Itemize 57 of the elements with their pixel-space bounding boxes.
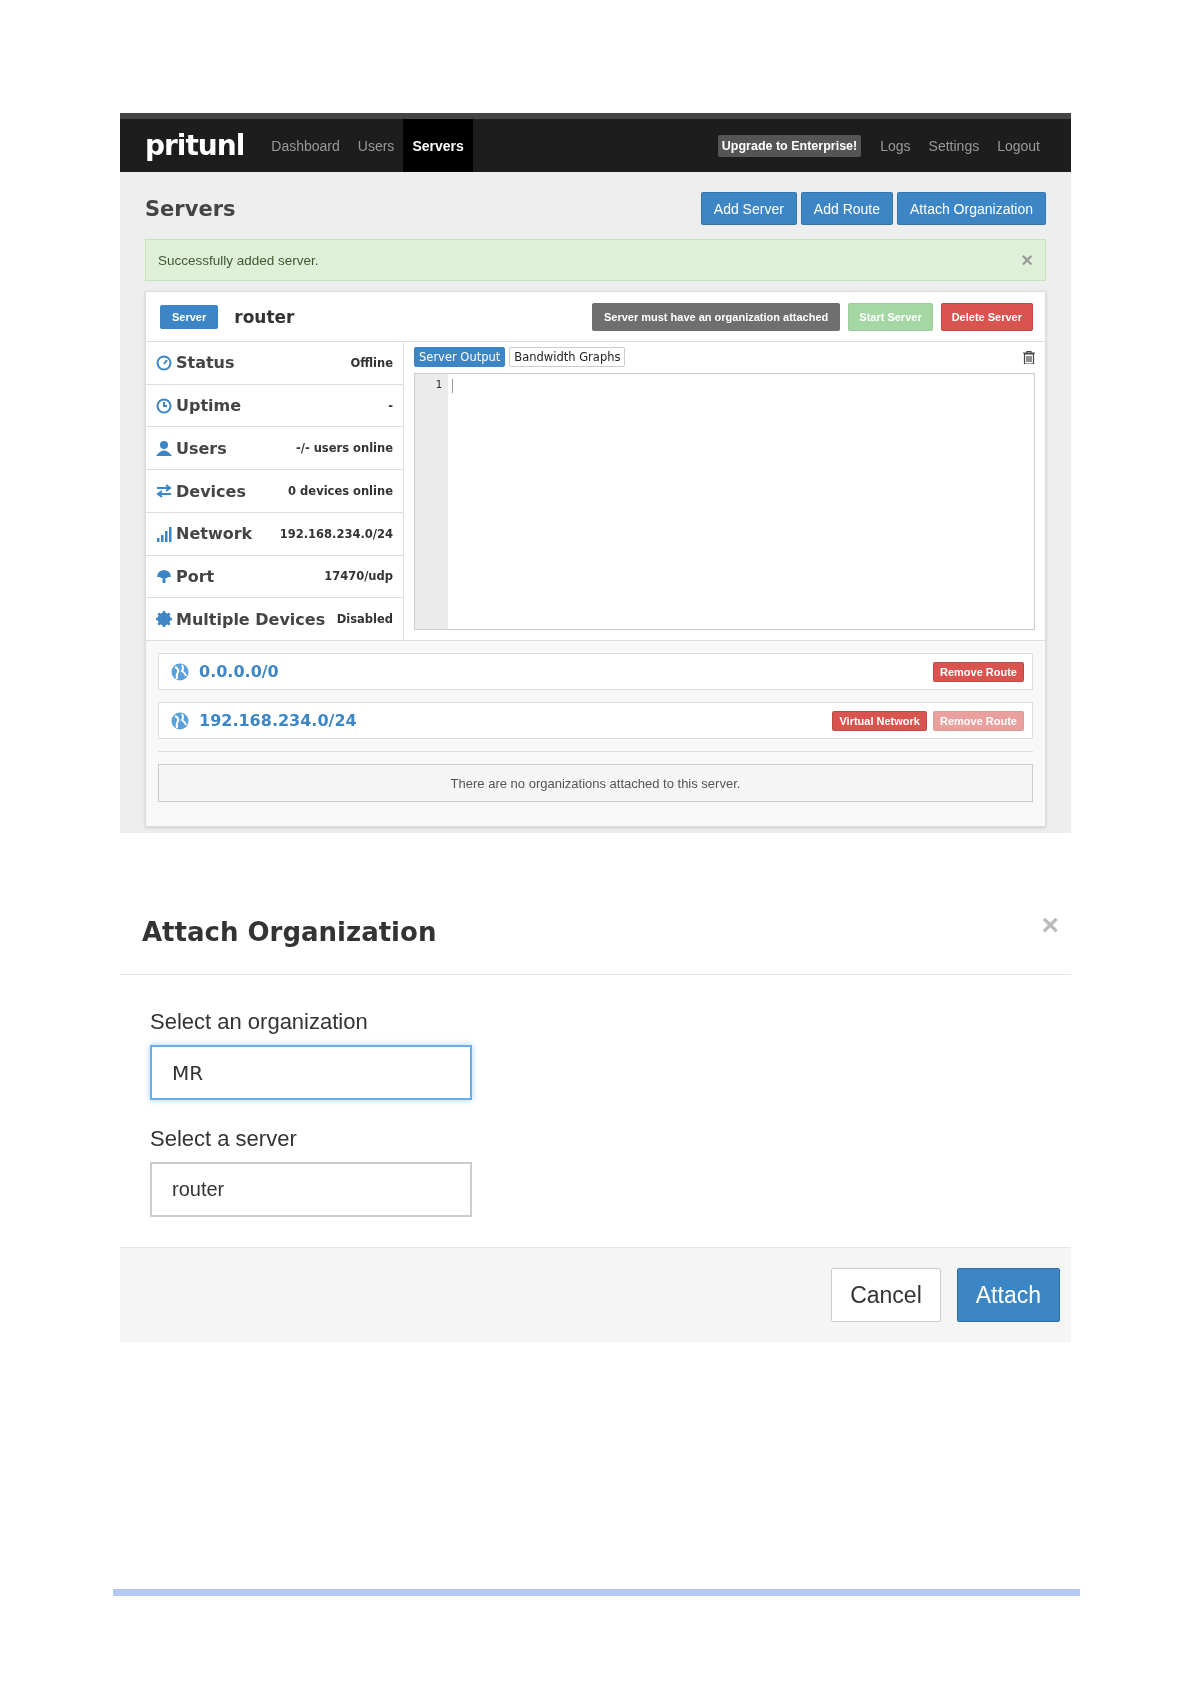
modal-button[interactable]: Cancel <box>831 1268 941 1322</box>
info-value: - <box>388 398 393 413</box>
info-label: Network <box>176 524 253 544</box>
output-tab[interactable]: Server Output <box>414 347 506 367</box>
trash-icon[interactable] <box>1023 350 1035 364</box>
info-label: Port <box>176 566 215 586</box>
globe-icon <box>171 711 189 730</box>
action-button[interactable]: Attach Organization <box>897 192 1046 225</box>
server-button[interactable]: Delete Server <box>940 302 1033 331</box>
info-value: 0 devices online <box>288 484 393 498</box>
info-label: Uptime <box>176 396 242 416</box>
upgrade-button[interactable]: Upgrade to Enterprise! <box>717 134 862 157</box>
info-label: Status <box>176 353 235 373</box>
nav-link[interactable]: Logs <box>871 119 920 172</box>
action-button[interactable]: Add Server <box>700 192 797 225</box>
route-button[interactable]: Remove Route <box>932 661 1024 682</box>
line-number: 1 <box>434 378 442 391</box>
modal-button[interactable]: Attach <box>956 1268 1060 1322</box>
select-field[interactable]: router <box>150 1162 472 1217</box>
arrows-icon <box>156 483 172 499</box>
server-name: router <box>234 306 295 327</box>
action-button[interactable]: Add Route <box>800 192 894 225</box>
info-value: Offline <box>350 355 393 370</box>
nav-link[interactable]: Users <box>348 119 404 172</box>
route-network: 0.0.0.0/0 <box>199 662 279 681</box>
nav-link[interactable]: Settings <box>919 119 989 172</box>
alert-message: Successfully added server. <box>158 252 319 268</box>
modal-title: Attach Organization <box>142 917 437 947</box>
nav-link[interactable]: Servers <box>403 119 473 172</box>
status-message: Server must have an organization attached <box>591 302 841 331</box>
empty-message: There are no organizations attached to this server. <box>158 764 1033 802</box>
text-cursor <box>452 379 453 393</box>
nav-link[interactable]: Logout <box>988 119 1049 172</box>
logo[interactable]: pritunl <box>145 129 245 162</box>
info-value: 17470/udp <box>324 569 393 584</box>
output-tab[interactable]: Bandwidth Graphs <box>509 347 626 367</box>
select-field[interactable]: MR <box>150 1045 472 1100</box>
info-label: Devices <box>176 481 246 501</box>
page-title: Servers <box>145 196 236 221</box>
info-value: -/- users online <box>295 441 393 456</box>
globe-icon <box>171 662 189 681</box>
nav-link[interactable]: Dashboard <box>262 119 349 172</box>
gear-icon <box>156 611 172 628</box>
server-label: Server <box>160 304 219 329</box>
output-editor[interactable]: 1 <box>414 373 1035 630</box>
route-network: 192.168.234.0/24 <box>199 711 357 730</box>
info-label: Users <box>176 438 227 458</box>
gauge-icon <box>156 354 172 371</box>
field-label: Select an organization <box>150 1009 369 1035</box>
info-value: 192.168.234.0/24 <box>279 526 393 541</box>
clock-icon <box>156 397 172 414</box>
info-value: Disabled <box>336 612 393 627</box>
route-button[interactable]: Virtual Network <box>832 710 927 731</box>
signal-icon <box>156 525 172 542</box>
info-label: Multiple Devices <box>176 609 326 629</box>
field-label: Select a server <box>150 1126 298 1152</box>
user-icon <box>156 440 172 457</box>
